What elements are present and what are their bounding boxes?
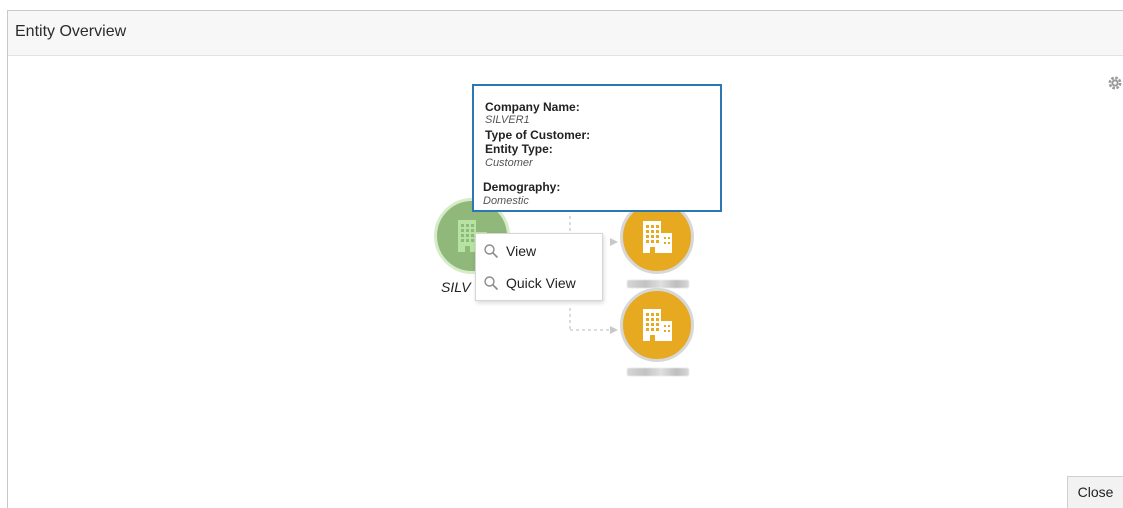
company-name-label: Company Name: bbox=[485, 100, 580, 114]
building-icon bbox=[643, 309, 672, 341]
building-icon bbox=[643, 221, 672, 253]
entity-type-value: Customer bbox=[485, 157, 533, 169]
close-button[interactable]: Close bbox=[1067, 476, 1123, 508]
magnifier-icon bbox=[484, 244, 499, 259]
gear-icon[interactable] bbox=[1107, 75, 1123, 91]
redacted-node-label bbox=[627, 280, 689, 288]
entity-tooltip: Company Name: SILVER1 Type of Customer: … bbox=[472, 84, 722, 212]
redacted-node-label bbox=[627, 368, 689, 376]
dialog-title: Entity Overview bbox=[15, 23, 127, 40]
entity-type-label: Entity Type: bbox=[485, 142, 553, 156]
magnifier-icon bbox=[484, 276, 499, 291]
menu-item-quick-view[interactable]: Quick View bbox=[476, 267, 602, 299]
menu-item-quick-view-label: Quick View bbox=[506, 275, 576, 291]
demography-value: Domestic bbox=[483, 195, 529, 207]
customer-type-label: Type of Customer: bbox=[485, 128, 591, 142]
entity-node-child[interactable] bbox=[620, 288, 694, 362]
company-name-value: SILVER1 bbox=[485, 114, 530, 126]
context-menu: View Quick View bbox=[475, 233, 603, 301]
menu-item-view[interactable]: View bbox=[476, 235, 602, 267]
dialog-header: Entity Overview bbox=[8, 11, 1123, 56]
demography-label: Demography: bbox=[483, 180, 561, 194]
entity-node-main-label: SILV bbox=[441, 279, 471, 295]
menu-item-view-label: View bbox=[506, 243, 537, 259]
